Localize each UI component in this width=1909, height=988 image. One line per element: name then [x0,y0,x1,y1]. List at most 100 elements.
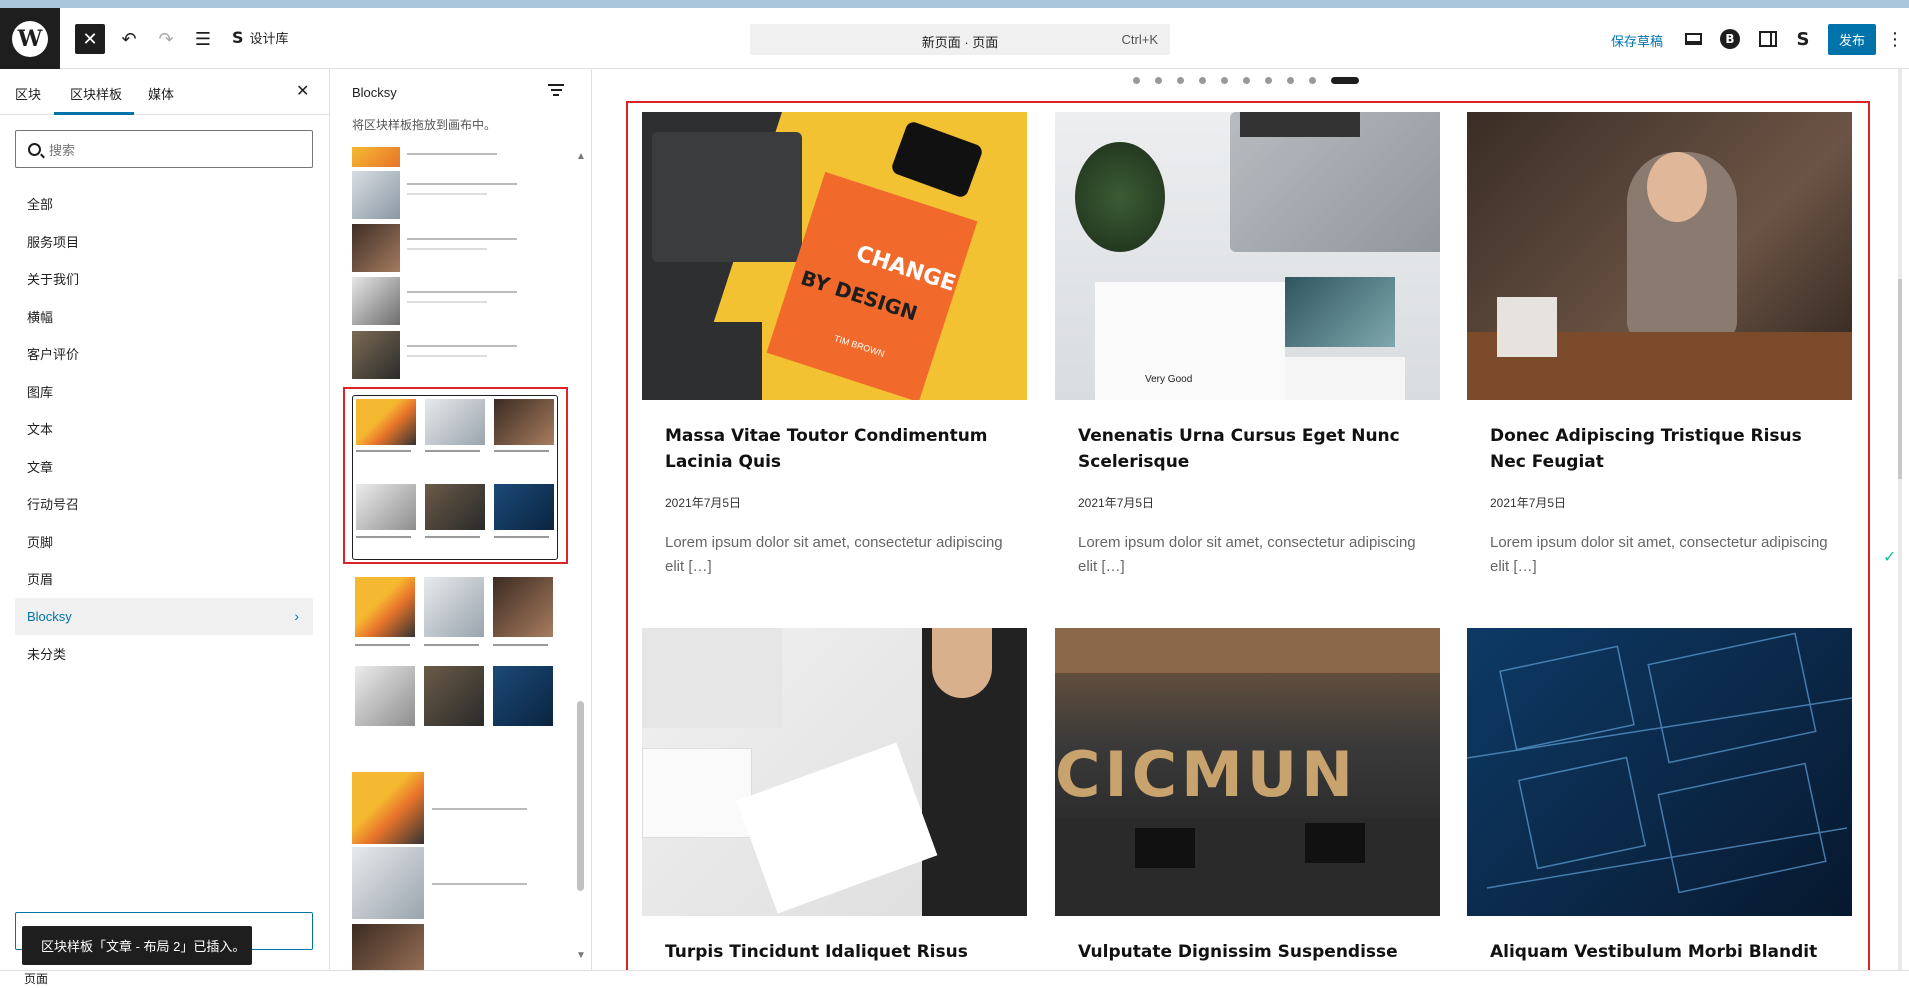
scroll-up-arrow-icon[interactable]: ▲ [576,151,586,162]
scroll-thumb[interactable] [577,701,584,891]
carousel-dot[interactable] [1265,77,1272,84]
carousel-dot[interactable] [1221,77,1228,84]
category-call-to-action[interactable]: 行动号召 [15,485,313,523]
pattern-panel-scrollbar[interactable]: ▲ ▼ [574,151,586,961]
chevron-right-icon: › [294,608,299,625]
pattern-preview-row[interactable] [352,331,562,379]
text-line [425,536,480,538]
thumbnail-image [352,147,400,167]
shortcut-hint: Ctrl+K [1121,32,1158,47]
design-library-label: 设计库 [249,31,289,46]
blocksy-options-button[interactable]: B [1718,27,1742,51]
thumbnail-image [494,484,554,530]
undo-button[interactable]: ↶ [114,24,144,54]
category-uncategorized[interactable]: 未分类 [15,635,313,673]
category-label: Blocksy [27,608,72,624]
post-title[interactable]: Vulputate Dignissim Suspendisse Inest [1078,939,1417,970]
carousel-dot[interactable] [1287,77,1294,84]
category-footer[interactable]: 页脚 [15,523,313,561]
post-card[interactable]: Very Good Venenatis Urna Cursus Eget Nun… [1055,112,1440,579]
more-options-button[interactable]: ⋮ [1886,24,1904,54]
settings-panel-button[interactable] [1755,26,1781,52]
category-all[interactable]: 全部 [15,185,313,223]
post-image-blueprint[interactable] [1467,628,1852,916]
carousel-dot[interactable] [1155,77,1162,84]
category-label: 服务项目 [27,234,80,250]
post-card[interactable]: Donec Adipiscing Tristique Risus Nec Feu… [1467,112,1852,579]
post-title[interactable]: Turpis Tincidunt Idaliquet Risus Feugiat [665,939,1004,970]
post-image-laptop[interactable]: Very Good [1055,112,1440,400]
blocksy-settings-button[interactable]: S [1790,26,1816,52]
pattern-preview-row[interactable] [352,224,562,272]
thumbnail-image [493,577,553,637]
pattern-preview-row[interactable] [352,772,562,844]
close-icon: ✕ [296,83,310,100]
publish-button[interactable]: 发布 [1828,24,1876,55]
scroll-thumb[interactable] [1898,279,1902,479]
carousel-dot[interactable] [1309,77,1316,84]
list-view-button[interactable]: ☰ [188,24,218,54]
tab-blocks[interactable]: 区块 [15,84,41,103]
pattern-card-posts-grid[interactable] [352,574,558,726]
post-title[interactable]: Massa Vitae Toutor Condimentum Lacinia Q… [665,423,1004,475]
pattern-card-posts-layout-2[interactable] [352,395,558,560]
filter-icon[interactable] [548,84,564,98]
pattern-preview-row[interactable] [352,847,562,919]
category-gallery[interactable]: 图库 [15,373,313,411]
blocksy-b-icon: B [1720,29,1740,49]
carousel-dot[interactable] [1199,77,1206,84]
post-card[interactable]: Aliquam Vestibulum Morbi Blandit [1467,628,1852,965]
category-blocksy[interactable]: Blocksy › [15,597,313,635]
post-image-office[interactable]: CICMUN [1055,628,1440,916]
redo-button[interactable]: ↷ [151,24,181,54]
post-title[interactable]: Donec Adipiscing Tristique Risus Nec Feu… [1490,423,1829,475]
carousel-dot[interactable] [1133,77,1140,84]
pattern-preview-row[interactable] [352,277,562,325]
wordpress-logo-button[interactable]: W [0,8,60,69]
monitor [642,628,782,728]
text-line [407,345,517,347]
post-card[interactable]: CHANGE BY DESIGN TIM BROWN Massa Vitae T… [642,112,1027,579]
category-header[interactable]: 页眉 [15,560,313,598]
carousel-dot-active[interactable] [1331,77,1359,84]
carousel-dot[interactable] [1243,77,1250,84]
command-palette-bar[interactable]: 新页面 · 页面 Ctrl+K [750,24,1170,55]
post-card[interactable]: Turpis Tincidunt Idaliquet Risus Feugiat [642,628,1027,970]
desks [1055,818,1440,916]
category-testimonials[interactable]: 客户评价 [15,335,313,373]
category-posts[interactable]: 文章 [15,448,313,486]
save-draft-button[interactable]: 保存草稿 [1611,31,1663,50]
text-line [407,193,487,195]
category-about[interactable]: 关于我们 [15,260,313,298]
category-services[interactable]: 服务项目 [15,223,313,261]
head [932,628,992,698]
undo-icon: ↶ [121,28,137,49]
post-image-book[interactable]: CHANGE BY DESIGN TIM BROWN [642,112,1027,400]
post-image-woman-tablet[interactable] [1467,112,1852,400]
scroll-down-arrow-icon[interactable]: ▼ [576,950,586,961]
post-card[interactable]: CICMUN Vulputate Dignissim Suspendisse I… [1055,628,1440,970]
carousel-dot[interactable] [1177,77,1184,84]
post-title[interactable]: Venenatis Urna Cursus Eget Nunc Sceleris… [1078,423,1417,475]
category-banner[interactable]: 横幅 [15,298,313,336]
pattern-preview-row[interactable] [352,924,562,970]
close-sidebar-button[interactable]: ✕ [296,81,309,101]
device-preview-button[interactable] [1680,26,1706,52]
post-image-calligraphy[interactable] [642,628,1027,916]
tab-media[interactable]: 媒体 [148,84,174,103]
pattern-search-input[interactable]: 搜索 [15,130,313,168]
card-text: Very Good [1145,374,1193,385]
thumbnail-image [425,399,485,445]
close-inserter-button[interactable]: ✕ [75,24,105,54]
plant [1075,142,1165,252]
grammarly-icon[interactable]: ✓ [1883,547,1903,567]
canvas-scrollbar[interactable] [1898,69,1902,970]
tab-patterns[interactable]: 区块样板 [70,84,122,103]
design-library-button[interactable]: S 设计库 [232,28,289,47]
pattern-preview-row[interactable] [352,171,562,219]
inserter-tabs: 区块 区块样板 媒体 ✕ [0,69,329,115]
thumbnail-image [424,666,484,726]
post-title[interactable]: Aliquam Vestibulum Morbi Blandit [1490,939,1829,965]
category-text[interactable]: 文本 [15,410,313,448]
breadcrumb-page[interactable]: 页面 [24,972,48,986]
